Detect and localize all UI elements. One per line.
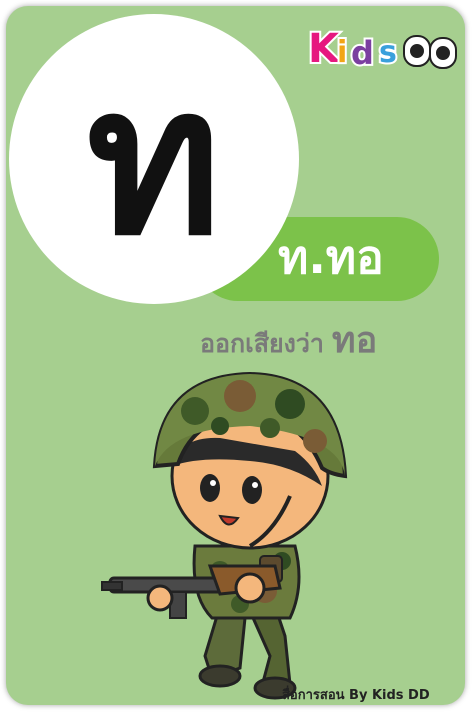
soldier-legs (198, 603, 297, 700)
pronunciation-line: ออกเสียงว่า ทอ (200, 311, 377, 368)
svg-text:d: d (351, 34, 374, 72)
letter-circle: ท (9, 14, 299, 304)
footer-credit: สื่อการสอน By Kids DD (282, 688, 430, 703)
kids-dd-logo: K i d s (306, 24, 457, 74)
soldier-illustration (101, 371, 348, 700)
pronunciation-prefix: ออกเสียงว่า (200, 329, 324, 358)
svg-text:s: s (379, 35, 397, 70)
letter-card: ท ท.ทอ ออกเสียงว่า ทอ K i d s สื่อการสอน… (6, 6, 465, 705)
pronunciation-word: ทอ (331, 320, 378, 361)
letter-name: ท.ทอ (278, 230, 384, 284)
svg-text:i: i (337, 35, 347, 70)
big-letter: ท (86, 42, 222, 281)
